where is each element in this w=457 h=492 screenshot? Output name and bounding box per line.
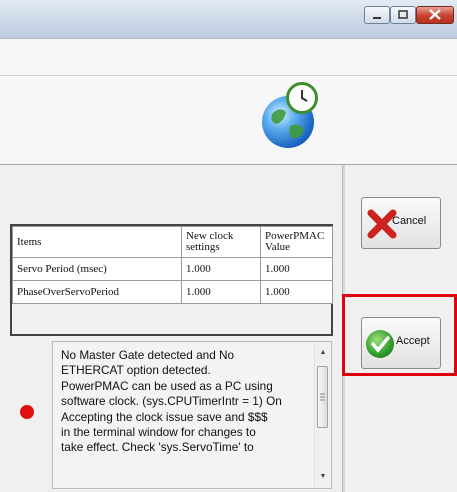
table-cell: 1.000: [260, 257, 333, 281]
scroll-up-icon[interactable]: ▲: [318, 349, 328, 356]
table-row[interactable]: PhaseOverServoPeriod 1.000 1.000: [12, 280, 333, 304]
clock-settings-table: Items New clock settings PowerPMAC Value…: [12, 226, 333, 304]
close-button[interactable]: [416, 6, 454, 24]
column-header-new-settings: New clock settings: [181, 226, 261, 258]
clock-icon: [286, 82, 318, 114]
minimize-button[interactable]: [364, 6, 390, 24]
table-cell: 1.000: [260, 280, 333, 304]
header-banner: [0, 76, 457, 165]
table-cell: Servo Period (msec): [12, 257, 182, 281]
scroll-down-icon[interactable]: ▼: [318, 473, 328, 480]
minimize-icon: [373, 17, 381, 19]
table-cell: PhaseOverServoPeriod: [12, 280, 182, 304]
message-scrollbar[interactable]: ▲ ▼: [314, 343, 331, 487]
toolbar-area: [0, 39, 457, 76]
table-row[interactable]: Servo Period (msec) 1.000 1.000: [12, 257, 333, 281]
close-icon: [429, 9, 441, 20]
accept-highlight-frame: [342, 294, 457, 376]
cancel-label: Cancel: [392, 215, 427, 227]
column-header-powerpmac-value: PowerPMAC Value: [260, 226, 333, 258]
title-bar: [0, 0, 457, 39]
table-header-row: Items New clock settings PowerPMAC Value: [12, 226, 333, 258]
status-indicator-icon: [20, 405, 34, 419]
column-header-items: Items: [12, 226, 182, 258]
clock-settings-panel: Items New clock settings PowerPMAC Value…: [10, 224, 333, 336]
cancel-button[interactable]: Cancel: [361, 197, 441, 249]
scroll-thumb[interactable]: [317, 366, 328, 428]
message-box[interactable]: No Master Gate detected and No ETHERCAT …: [52, 341, 332, 489]
maximize-icon: [398, 10, 408, 19]
maximize-button[interactable]: [390, 6, 416, 24]
table-cell: 1.000: [181, 280, 261, 304]
table-cell: 1.000: [181, 257, 261, 281]
message-text: No Master Gate detected and No ETHERCAT …: [61, 348, 282, 455]
